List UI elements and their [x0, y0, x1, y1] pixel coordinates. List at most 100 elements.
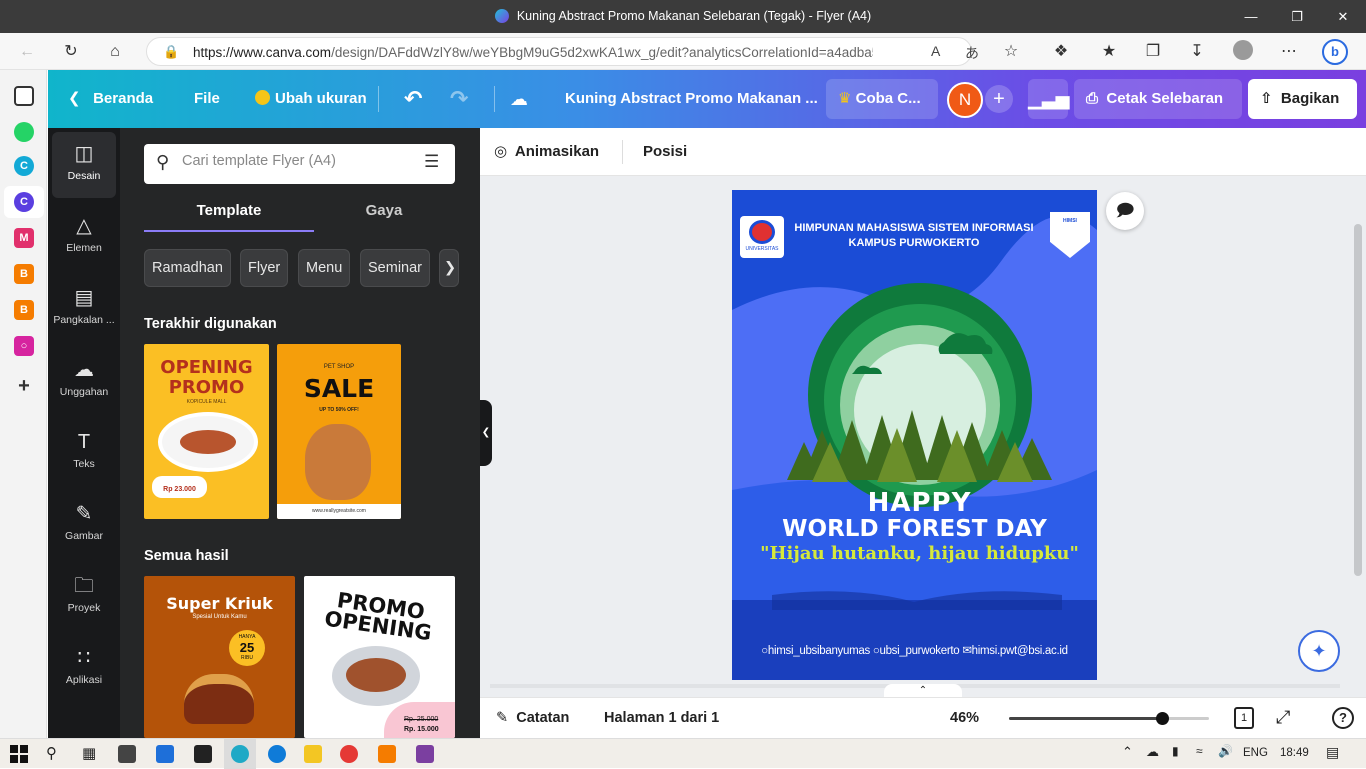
cloud-saved-icon[interactable]: ☁ — [510, 70, 528, 128]
collapse-panel-handle[interactable]: ❮ — [480, 400, 492, 466]
profile-icon[interactable] — [1230, 39, 1256, 65]
minimize-button[interactable]: — — [1228, 0, 1274, 33]
notifications-icon[interactable]: ▤ — [1326, 744, 1339, 761]
refresh-icon[interactable]: ↻ — [58, 39, 84, 65]
zoom-slider[interactable] — [1009, 712, 1209, 725]
rail-item-projects[interactable]: 🗀 Proyek — [52, 564, 116, 630]
chip-ramadhan[interactable]: Ramadhan — [144, 249, 231, 287]
rail-item-draw[interactable]: ✎ Gambar — [52, 492, 116, 558]
insights-chart-icon[interactable]: ▁▃▅ — [1028, 79, 1070, 119]
rail-item-design[interactable]: ◫ Desain — [52, 132, 116, 198]
search-taskbar-icon[interactable]: ⚲ — [46, 745, 64, 763]
magic-assistant-icon[interactable]: ✦ — [1298, 630, 1340, 672]
store-icon[interactable] — [118, 745, 136, 763]
chrome-icon[interactable] — [340, 745, 358, 763]
chip-menu[interactable]: Menu — [298, 249, 351, 287]
file-menu-button[interactable]: File — [194, 70, 220, 128]
home-icon[interactable]: ⌂ — [102, 39, 128, 65]
rail-item-apps[interactable]: ∷ Aplikasi — [52, 636, 116, 702]
xampp-icon[interactable] — [378, 745, 396, 763]
battery-icon[interactable]: ▮ — [1172, 744, 1179, 758]
windows-logo — [10, 745, 28, 763]
clock[interactable]: 18:49 — [1280, 747, 1309, 759]
onedrive-icon[interactable]: ☁ — [1146, 744, 1159, 760]
favorite-add-icon[interactable]: ☆ — [998, 39, 1024, 65]
redo-icon[interactable]: ↷ — [450, 70, 468, 128]
back-icon[interactable]: ← — [14, 39, 40, 65]
gmail-icon[interactable]: M — [14, 228, 34, 248]
vertical-scrollbar[interactable] — [1354, 224, 1362, 576]
add-comment-icon[interactable]: 🗩 — [1106, 192, 1144, 230]
downloads-icon[interactable]: ↧ — [1184, 39, 1210, 65]
show-pages-chevron-icon[interactable]: ⌃ — [884, 684, 962, 698]
bing-copilot-icon[interactable]: b — [1322, 39, 1348, 65]
canva-tab-icon[interactable]: C — [14, 156, 34, 176]
canva-app-icon[interactable]: C — [14, 192, 34, 212]
try-pro-button[interactable]: ♛ Coba C... — [826, 79, 938, 119]
wifi-icon[interactable]: ≈ — [1196, 744, 1203, 758]
windows-start-icon[interactable] — [10, 745, 28, 763]
edge-icon[interactable] — [268, 745, 286, 763]
blogger-icon[interactable]: B — [14, 264, 34, 284]
language-indicator[interactable]: ENG — [1243, 747, 1268, 759]
close-window-button[interactable]: ✕ — [1320, 0, 1366, 33]
onenote-icon[interactable] — [416, 745, 434, 763]
template-search-input[interactable] — [182, 153, 402, 169]
rail-item-elements[interactable]: △ Elemen — [52, 204, 116, 270]
flyer-contacts: ○himsi_ubsibanyumas ○ubsi_purwokerto ✉hi… — [732, 643, 1097, 657]
page-grid-button[interactable]: 1 — [1234, 707, 1254, 729]
share-button[interactable]: ⇧ Bagikan — [1248, 79, 1357, 119]
terminal-icon[interactable] — [194, 745, 212, 763]
add-collaborator-icon[interactable]: + — [985, 85, 1013, 113]
tab-styles[interactable]: Gaya — [314, 198, 454, 232]
tab-template[interactable]: Template — [144, 198, 314, 232]
animate-button[interactable]: ◎ Animasikan — [494, 142, 599, 160]
template-search[interactable]: ⚲ ☰ — [144, 144, 455, 184]
translate-icon[interactable]: あ — [965, 43, 979, 63]
tab-actions-icon[interactable] — [14, 86, 34, 106]
filter-icon[interactable]: ☰ — [424, 152, 439, 172]
restore-button[interactable]: ❐ — [1274, 0, 1320, 33]
fullscreen-icon[interactable]: ⤢ — [1276, 707, 1290, 728]
zoom-slider-knob[interactable] — [1156, 712, 1169, 725]
user-avatar[interactable]: N — [947, 82, 983, 118]
chips-next-icon[interactable]: ❯ — [439, 249, 459, 287]
document-title[interactable]: Kuning Abstract Promo Makanan ... — [565, 70, 818, 128]
task-view-icon[interactable]: ▦ — [82, 745, 100, 763]
zoom-value[interactable]: 46% — [950, 710, 979, 726]
back-home-button[interactable]: ❮ Beranda — [68, 70, 153, 128]
volume-icon[interactable]: 🔊 — [1218, 744, 1233, 758]
address-bar[interactable]: 🔒 https://www.canva.com/design/DAFddWzlY… — [146, 37, 979, 66]
notes-button[interactable]: ✎ Catatan — [496, 710, 569, 726]
back-home-label: Beranda — [93, 90, 154, 107]
extensions-icon[interactable]: ❖ — [1048, 39, 1074, 65]
instagram-icon[interactable]: ○ — [14, 336, 34, 356]
whatsapp-icon[interactable] — [14, 122, 34, 142]
flyer-canvas[interactable]: UNIVERSITAS HIMPUNAN MAHASISWA SISTEM IN… — [732, 190, 1097, 680]
chip-seminar[interactable]: Seminar — [360, 249, 430, 287]
collections-icon[interactable]: ❐ — [1140, 39, 1166, 65]
template-thumb-opening-promo[interactable]: OPENING PROMO KOPICULE MALL Rp 30.000 Rp 2… — [144, 344, 269, 519]
template-thumb-pet-sale[interactable]: PET SHOP SALE UP TO 50% OFF! www.reallyg… — [277, 344, 401, 519]
add-sidebar-icon[interactable]: + — [14, 376, 34, 396]
mail-taskbar-icon[interactable] — [156, 745, 174, 763]
file-explorer-icon[interactable] — [304, 745, 322, 763]
rail-item-text[interactable]: T Teks — [52, 420, 116, 486]
edge-active-icon[interactable] — [231, 745, 249, 763]
more-menu-icon[interactable]: ⋯ — [1276, 39, 1302, 65]
template-thumb-promo-opening[interactable]: PROMO OPENING Rp. 25.000 Rp. 15.000 — [304, 576, 455, 738]
position-button[interactable]: Posisi — [643, 143, 687, 160]
rail-item-uploads[interactable]: ☁ Unggahan — [52, 348, 116, 414]
favorites-icon[interactable]: ★ — [1096, 39, 1122, 65]
print-flyer-button[interactable]: ⎙ Cetak Selebaran — [1074, 79, 1242, 119]
read-aloud-icon[interactable]: A — [931, 43, 940, 59]
url-text[interactable]: https://www.canva.com/design/DAFddWzlY8w… — [193, 45, 873, 60]
template-thumb-super-kriuk[interactable]: Super Kriuk Spesial Untuk Kamu HANYA 25 RI… — [144, 576, 295, 738]
blogger-icon-2[interactable]: B — [14, 300, 34, 320]
rail-item-brand[interactable]: ▤ Pangkalan ... — [52, 276, 116, 342]
help-button[interactable]: ? — [1332, 707, 1354, 729]
resize-button[interactable]: Ubah ukuran — [255, 70, 367, 128]
chip-flyer[interactable]: Flyer — [240, 249, 289, 287]
tray-expand-icon[interactable]: ⌃ — [1122, 744, 1133, 760]
undo-icon[interactable]: ↶ — [404, 70, 422, 128]
